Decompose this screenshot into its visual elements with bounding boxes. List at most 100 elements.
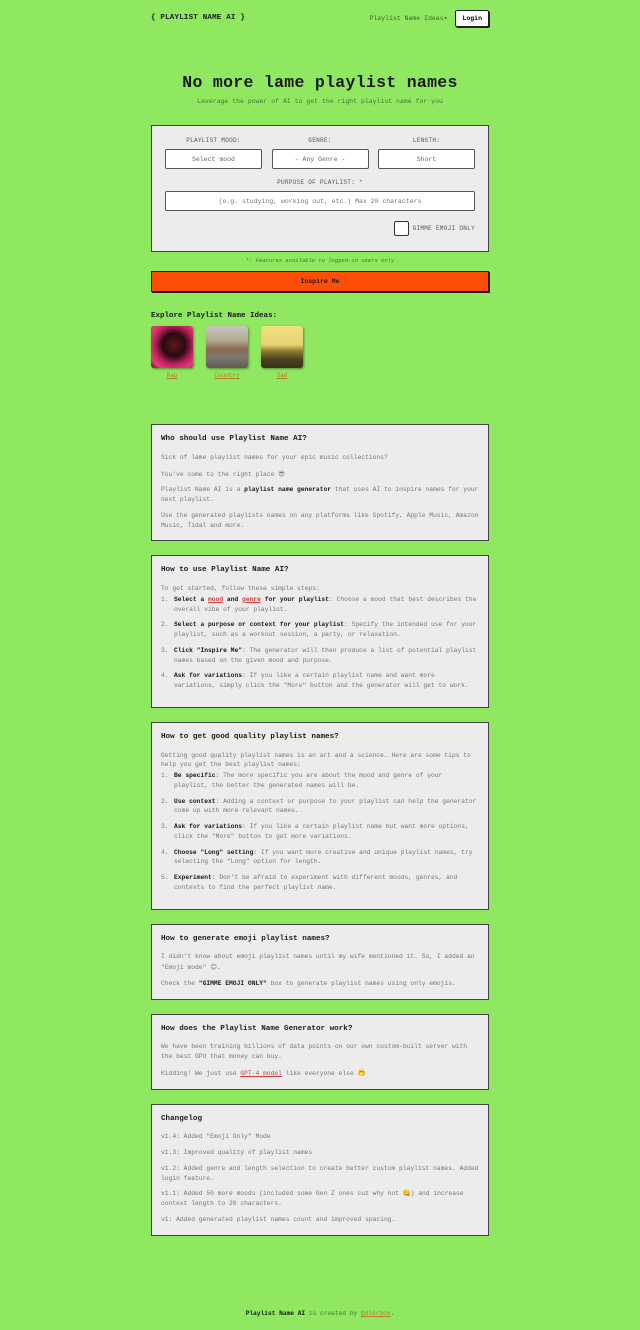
who-text-part: Playlist Name AI is a [161, 486, 245, 494]
emoji-only-checkbox[interactable] [393, 221, 409, 236]
tip-text: : Don't be afraid to experiment with dif… [174, 874, 458, 891]
purpose-input[interactable] [165, 191, 475, 211]
tip-number: 4. [161, 848, 169, 856]
tip-bold: Use context [174, 797, 216, 805]
tip-number: 1. [161, 772, 169, 780]
explore-item-country[interactable]: Country [206, 326, 248, 379]
explore-list: Rap Country Sad [151, 326, 489, 379]
playlist-ideas-dropdown[interactable]: Playlist Name Ideas▾ [369, 14, 447, 22]
login-note: *: Features available to logged-in users… [245, 257, 395, 264]
emoji-text: Check the "GIMME EMOJI ONLY" box to gene… [161, 979, 479, 989]
step-text: for your playlist [260, 595, 329, 603]
caret-down-icon: ▾ [443, 15, 448, 22]
explore-label[interactable]: Sad [261, 372, 303, 379]
step-text: Select a [174, 595, 209, 603]
footer-brand: Playlist Name AI [245, 1310, 306, 1317]
changelog-entry: v1.4: Added "Emoji Only" Mode [161, 1133, 271, 1141]
explore-item-sad[interactable]: Sad [261, 326, 303, 379]
howto-title: How to use Playlist Name AI? [161, 566, 289, 575]
mood-select[interactable]: Select mood [165, 149, 262, 169]
howto-card: How to use Playlist Name AI? To get star… [151, 555, 489, 708]
length-select[interactable]: Short [378, 149, 475, 169]
quality-title: How to get good quality playlist names? [161, 732, 339, 741]
howto-step: 2. Select a purpose or context for your p… [161, 620, 479, 640]
generator-form: PLAYLIST MOOD: Select mood GENRE: - Any … [151, 125, 489, 252]
login-button[interactable]: Login [455, 9, 489, 27]
tip-bold: Experiment [174, 874, 212, 882]
purpose-label-text: PURPOSE OF PLAYLIST: [277, 179, 356, 186]
footer-text: is created by [305, 1310, 361, 1317]
gpt4-link[interactable]: GPT-4 model [240, 1070, 282, 1077]
tip-bold: Choose "Long" setting [174, 848, 254, 856]
who-title: Who should use Playlist Name AI? [161, 435, 307, 443]
hand-over-mouth-emoji-icon: 🤭 [357, 1068, 366, 1077]
who-card: Who should use Playlist Name AI? Sick of… [151, 424, 489, 542]
changelog-entry: v1.3: Improved quality of playlist names [161, 1149, 313, 1157]
country-image[interactable] [206, 326, 248, 368]
quality-tips: 1. Be specific: The more specific you are… [161, 771, 479, 893]
who-text: Playlist Name AI is a playlist name gene… [161, 485, 479, 505]
footer-text: . [390, 1310, 395, 1317]
quality-tip: 3. Ask for variations: If you like a cert… [161, 822, 479, 842]
who-text: Sick of lame playlist names for your epi… [161, 453, 388, 461]
works-title: How does the Playlist Name Generator wor… [161, 1024, 353, 1033]
quality-intro: Getting good quality playlist names is a… [161, 751, 471, 769]
sad-image[interactable] [261, 326, 303, 368]
who-text: Use the generated playlists names on any… [161, 511, 479, 529]
genre-link[interactable]: genre [242, 596, 261, 603]
changelog-entry: v1: Added generated playlist names count… [161, 1215, 396, 1223]
who-text-part: You've come to the right place [161, 470, 279, 478]
works-text-part: Kidding! We just use [161, 1069, 241, 1077]
quality-tip: 5. Experiment: Don't be afraid to experim… [161, 873, 479, 893]
rap-image[interactable] [151, 326, 193, 368]
top-nav: { PLAYLIST NAME AI } Playlist Name Ideas… [151, 0, 489, 36]
works-text-part: like everyone else [281, 1069, 358, 1077]
step-bold: Click "Inspire Me" [174, 646, 243, 654]
step-number: 2. [161, 621, 169, 629]
works-card: How does the Playlist Name Generator wor… [151, 1013, 489, 1090]
changelog-entry: v1.2: Added genre and length selection t… [161, 1164, 479, 1182]
explore-item-rap[interactable]: Rap [151, 326, 193, 379]
tip-text: : Adding a context or purpose to your pl… [174, 797, 477, 815]
emoji-text-part: box to generate playlist names using onl… [266, 979, 456, 987]
howto-step: 1. Select a mood and genre for your playl… [161, 595, 479, 615]
tip-number: 2. [161, 797, 169, 805]
smile-emoji-icon: 😊 [210, 963, 217, 972]
genre-select[interactable]: - Any Genre - [271, 149, 369, 169]
playlist-ideas-label: Playlist Name Ideas [369, 15, 444, 22]
purpose-label: PURPOSE OF PLAYLIST: * [165, 179, 475, 186]
howto-intro: To get started, follow these simple step… [161, 585, 320, 593]
author-link[interactable]: @dlarbox [361, 1310, 391, 1317]
step-number: 3. [161, 646, 169, 654]
tip-bold: Be specific [174, 772, 216, 780]
quality-tip: 1. Be specific: The more specific you are… [161, 771, 479, 791]
emoji-text-part: I didn't know about emoji playlist names… [161, 953, 475, 972]
changelog-title: Changelog [161, 1114, 203, 1123]
who-text: You've come to the right place 😎 [161, 469, 479, 480]
sunglasses-emoji-icon: 😎 [278, 469, 285, 478]
inspire-me-button[interactable]: Inspire Me [151, 271, 489, 292]
step-number: 1. [161, 595, 169, 603]
step-number: 4. [161, 672, 169, 680]
page-title: No more lame playlist names [182, 73, 458, 92]
quality-tip: 4. Choose "Long" setting: If you want mor… [161, 848, 479, 868]
page-subtitle: Leverage the power of AI to get the righ… [197, 98, 443, 105]
mood-link[interactable]: mood [208, 596, 223, 603]
explore-label[interactable]: Country [206, 372, 248, 379]
step-bold: Select a purpose or context for your pla… [174, 621, 345, 629]
who-text-bold: playlist name generator [244, 486, 332, 494]
step-text: and [223, 595, 243, 603]
emoji-text: I didn't know about emoji playlist names… [161, 952, 479, 973]
hero: No more lame playlist names Leverage the… [151, 73, 489, 105]
howto-step: 4. Ask for variations: If you like a cert… [161, 671, 479, 691]
explore-title: Explore Playlist Name Ideas: [151, 312, 278, 320]
changelog-card: Changelog v1.4: Added "Emoji Only" Mode … [151, 1103, 489, 1236]
changelog-entry: v1.1: Added 50 more moods (included some… [161, 1190, 464, 1208]
logo[interactable]: { PLAYLIST NAME AI } [151, 14, 245, 22]
tip-bold: Ask for variations [174, 823, 243, 831]
explore-label[interactable]: Rap [151, 372, 193, 379]
tip-number: 3. [161, 823, 169, 831]
emoji-text-part: . [216, 964, 221, 972]
emoji-only-label: GIMME EMOJI ONLY [412, 225, 475, 232]
works-text: Kidding! We just use GPT-4 model like ev… [161, 1068, 479, 1079]
